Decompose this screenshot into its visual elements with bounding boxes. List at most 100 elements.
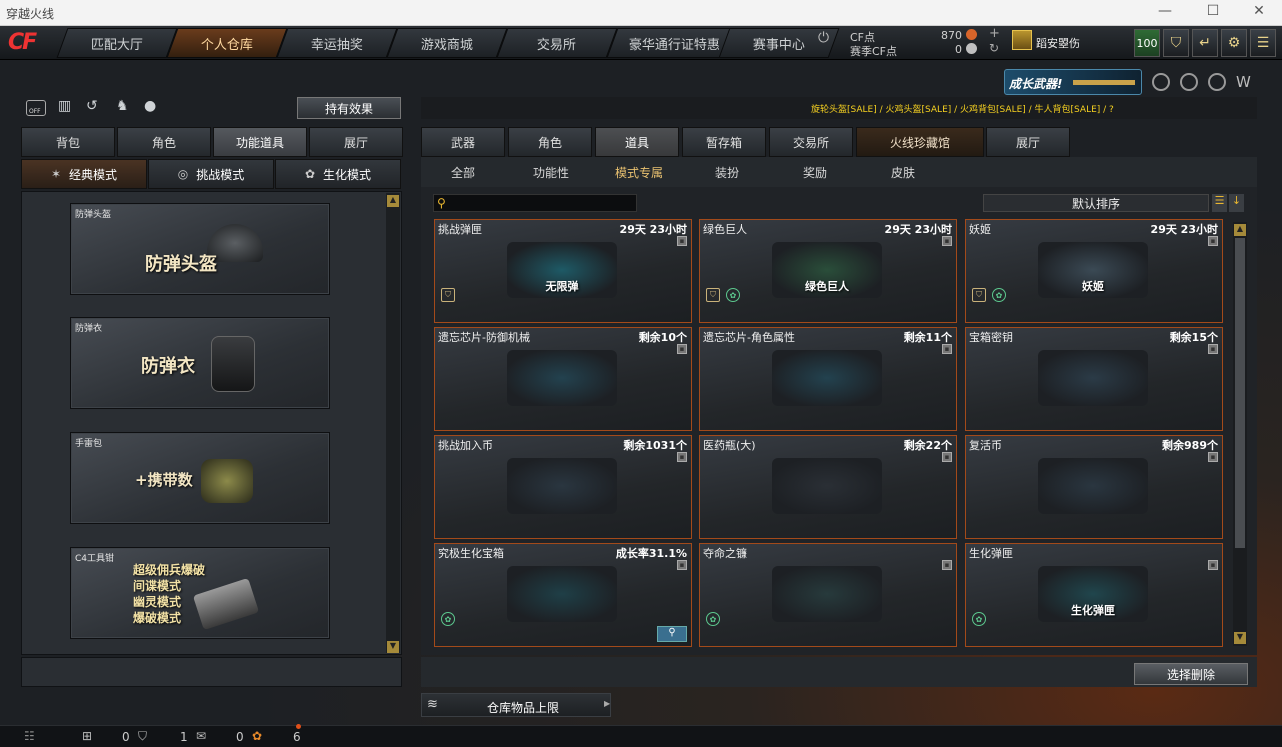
subtab-mode-exclusive[interactable]: 模式专属	[615, 164, 663, 181]
trash-icon[interactable]: ▪	[1208, 560, 1218, 570]
subtab-all[interactable]: 全部	[451, 164, 475, 181]
level-badge[interactable]: 100	[1134, 29, 1160, 57]
scroll-down-icon[interactable]: ▼	[1234, 632, 1246, 644]
scroll-down-icon[interactable]: ▼	[387, 641, 399, 653]
item-tile[interactable]: 生化弹匣 ▪ 生化弹匣 ✿	[965, 543, 1223, 647]
badge-icon-1[interactable]	[1152, 73, 1170, 91]
tab-backpack[interactable]: 背包	[21, 127, 115, 157]
tab-showroom-right[interactable]: 展厅	[986, 127, 1070, 157]
nav-tab-exchange[interactable]: 交易所	[496, 28, 618, 58]
subtab-rewards[interactable]: 奖励	[803, 164, 827, 181]
badge-icon-2[interactable]	[1180, 73, 1198, 91]
item-tile[interactable]: 夺命之镰 ▪ ✿	[699, 543, 957, 647]
add-points-icon[interactable]: +	[989, 26, 1000, 41]
nav-tab-match-lobby[interactable]: 匹配大厅	[56, 28, 178, 58]
right-scrollbar[interactable]: ▲ ▼	[1233, 222, 1247, 646]
search-field[interactable]: ⚲	[433, 194, 637, 212]
grenade-icon[interactable]: ●	[144, 98, 156, 114]
growth-weapon-banner[interactable]: 成长武器!	[1004, 69, 1142, 95]
refresh-icon[interactable]: ↻	[989, 41, 999, 55]
gift-icon[interactable]: ✿	[252, 729, 262, 743]
tab-showroom[interactable]: 展厅	[309, 127, 403, 157]
trash-icon[interactable]: ▪	[942, 452, 952, 462]
back-icon[interactable]: ↵	[1192, 29, 1218, 57]
item-card-grenade-bag[interactable]: 手雷包 +携带数	[70, 432, 330, 524]
history-icon[interactable]: ↺	[86, 98, 98, 114]
item-tile[interactable]: 究极生化宝箱 成长率31.1% ▪ ✿ ⚲	[434, 543, 692, 647]
trash-icon[interactable]: ▪	[677, 452, 687, 462]
tab-collection[interactable]: 火线珍藏馆	[856, 127, 984, 157]
shield-icon[interactable]: ⛉	[138, 729, 147, 744]
item-tile[interactable]: 绿色巨人 29天 23小时 ▪ 绿色巨人 ⛉ ✿	[699, 219, 957, 323]
sale-ticker[interactable]: 旋轮头盔[SALE] / 火鸡头盔[SALE] / 火鸡背包[SALE] / 牛…	[811, 102, 1114, 115]
item-tile[interactable]: 复活币 剩余989个 ▪	[965, 435, 1223, 539]
shield-tag-icon: ⛉	[706, 288, 720, 302]
trash-icon[interactable]: ▪	[1208, 236, 1218, 246]
item-card-c4-tool[interactable]: C4工具钳 超级佣兵爆破 间谍模式 幽灵模式 爆破模式	[70, 547, 330, 639]
tab-roles[interactable]: 角色	[508, 127, 592, 157]
trash-icon[interactable]: ▪	[677, 236, 687, 246]
trash-icon[interactable]: ▪	[942, 236, 952, 246]
effect-button[interactable]: 持有效果	[297, 97, 401, 119]
list-view-icon[interactable]: ☰	[1212, 194, 1227, 212]
trash-icon[interactable]: ▪	[677, 344, 687, 354]
left-scrollbar[interactable]: ▲ ▼	[386, 193, 400, 653]
zoom-icon[interactable]: ⚲	[657, 626, 687, 642]
trash-icon[interactable]: ▪	[942, 344, 952, 354]
item-tile[interactable]: 遗忘芯片-角色属性 剩余11个 ▪	[699, 327, 957, 431]
tab-storage[interactable]: 暂存箱	[682, 127, 766, 157]
tab-exchange[interactable]: 交易所	[769, 127, 853, 157]
close-button[interactable]: ✕	[1244, 3, 1274, 19]
off-label: OFF	[29, 108, 41, 115]
menu-icon[interactable]: ☰	[1250, 29, 1276, 57]
sort-order-icon[interactable]: ↓	[1229, 194, 1244, 212]
power-icon[interactable]: ⏻	[818, 30, 829, 46]
toggle-icon[interactable]: OFF	[26, 100, 46, 116]
item-tile[interactable]: 医药瓶(大) 剩余22个 ▪	[699, 435, 957, 539]
sort-dropdown[interactable]: 默认排序	[983, 194, 1209, 212]
item-tile[interactable]: 妖姬 29天 23小时 ▪ 妖姬 ⛉ ✿	[965, 219, 1223, 323]
item-card-armor[interactable]: 防弹衣 防弹衣	[70, 317, 330, 409]
item-tile[interactable]: 遗忘芯片-防御机械 剩余10个 ▪	[434, 327, 692, 431]
mode-biochem[interactable]: ✿ 生化模式	[275, 159, 401, 189]
scroll-thumb[interactable]	[1235, 238, 1245, 548]
item-card-helmet[interactable]: 防弹头盔 防弹头盔	[70, 203, 330, 295]
tab-function-items[interactable]: 功能道具	[213, 127, 307, 157]
subtab-skins[interactable]: 皮肤	[891, 164, 915, 181]
subtab-functional[interactable]: 功能性	[533, 164, 569, 181]
scroll-up-icon[interactable]: ▲	[387, 195, 399, 207]
scroll-up-icon[interactable]: ▲	[1234, 224, 1246, 236]
maximize-button[interactable]: ☐	[1198, 3, 1228, 19]
settings-icon[interactable]: ⚙	[1221, 29, 1247, 57]
list-icon[interactable]: ☷	[24, 729, 35, 743]
subtab-dress[interactable]: 装扮	[715, 164, 739, 181]
capacity-button[interactable]: ≋ 仓库物品上限 ▶	[421, 693, 611, 717]
character-icon[interactable]: ♞	[116, 98, 129, 114]
item-count: 剩余1031个	[623, 439, 687, 452]
trash-icon[interactable]: ▪	[942, 560, 952, 570]
minimize-button[interactable]: —	[1150, 3, 1180, 19]
rank-icon[interactable]: ⛉	[1163, 29, 1189, 57]
mode-challenge[interactable]: ◎ 挑战模式	[148, 159, 274, 189]
item-tile[interactable]: 宝箱密钥 剩余15个 ▪	[965, 327, 1223, 431]
stats-icon[interactable]: ▥	[58, 98, 71, 114]
trash-icon[interactable]: ▪	[1208, 452, 1218, 462]
wing-icon[interactable]: W	[1236, 73, 1258, 91]
trash-icon[interactable]: ▪	[1208, 344, 1218, 354]
select-delete-button[interactable]: 选择删除	[1134, 663, 1248, 685]
tab-items[interactable]: 道具	[595, 127, 679, 157]
item-tile[interactable]: 挑战弹匣 29天 23小时 ▪ 无限弹 ⛉	[434, 219, 692, 323]
nav-tab-lottery[interactable]: 幸运抽奖	[276, 28, 398, 58]
tab-weapons[interactable]: 武器	[421, 127, 505, 157]
chat-icon[interactable]: ✉	[196, 729, 206, 743]
badge-icon-3[interactable]	[1208, 73, 1226, 91]
nav-tab-warehouse[interactable]: 个人仓库	[166, 28, 288, 58]
binoculars-icon[interactable]: ⊞	[82, 729, 92, 743]
tab-character[interactable]: 角色	[117, 127, 211, 157]
trash-icon[interactable]: ▪	[677, 560, 687, 570]
mode-classic[interactable]: ✶ 经典模式	[21, 159, 147, 189]
nav-tab-shop[interactable]: 游戏商城	[386, 28, 508, 58]
search-input[interactable]	[452, 196, 632, 210]
item-tile[interactable]: 挑战加入币 剩余1031个 ▪	[434, 435, 692, 539]
avatar[interactable]	[1012, 30, 1032, 50]
